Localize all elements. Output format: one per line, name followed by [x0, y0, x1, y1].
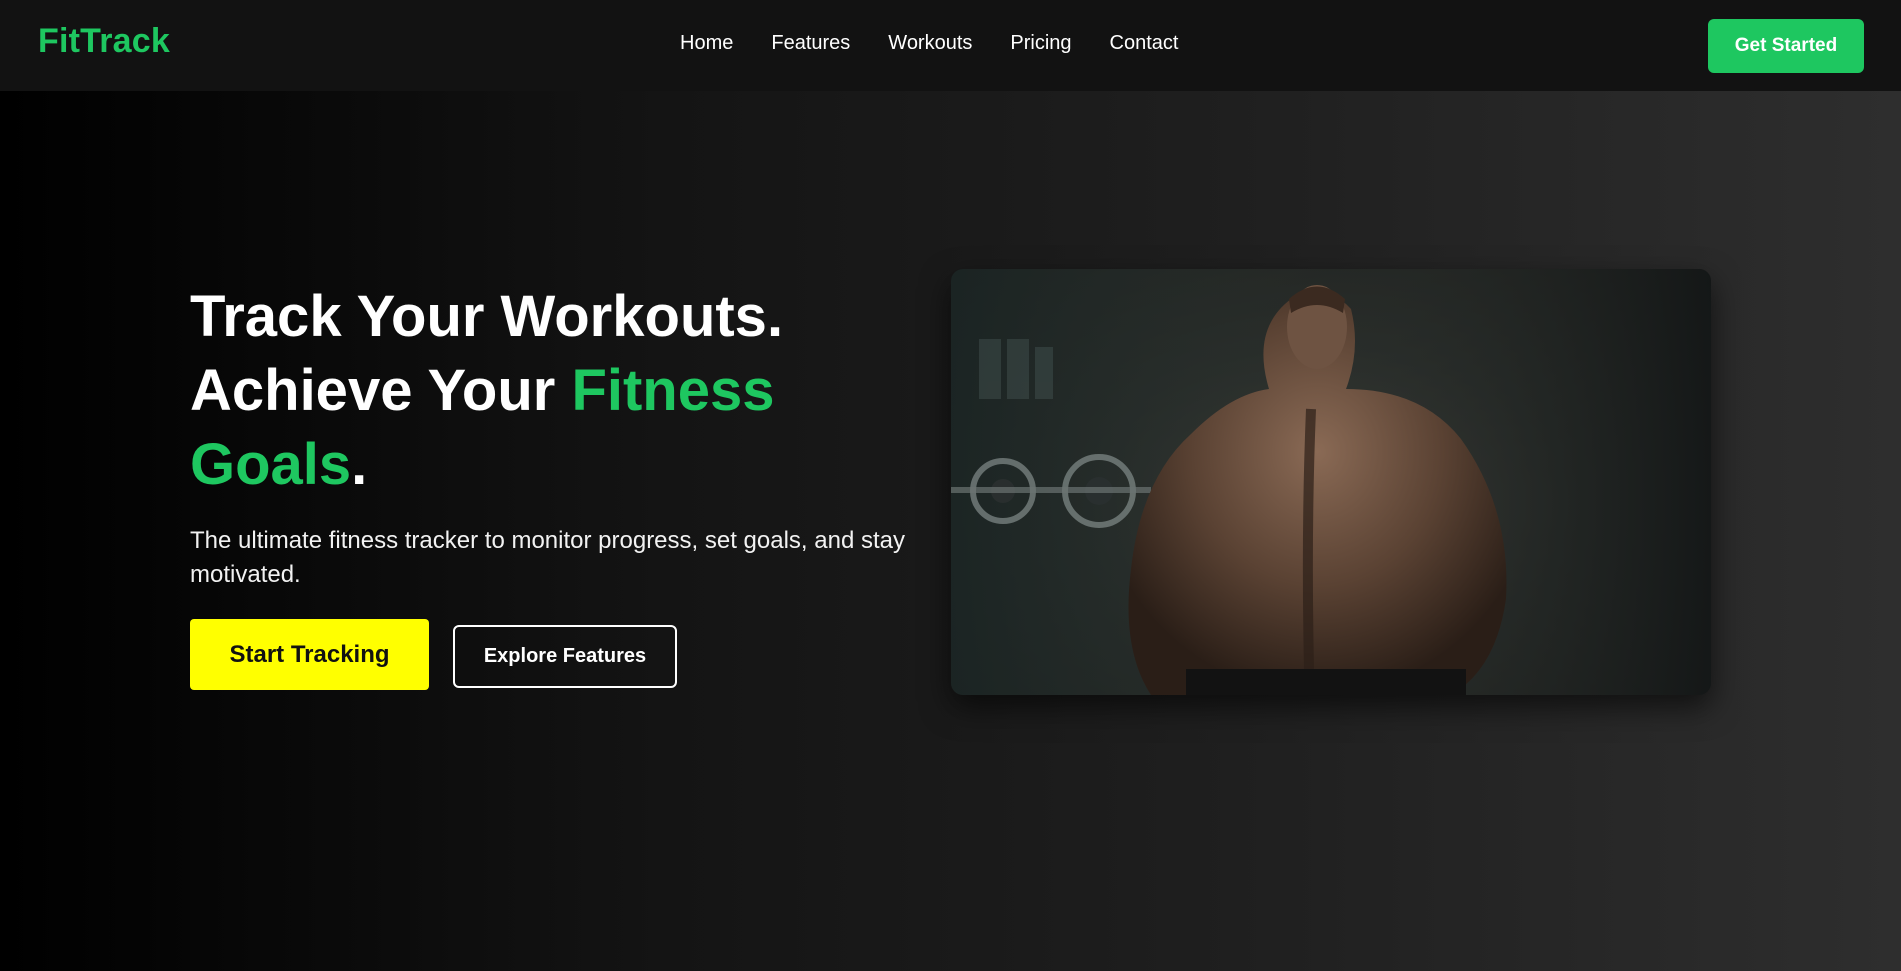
hero-image: [951, 269, 1711, 695]
hero-title-period: .: [351, 432, 368, 497]
explore-features-button[interactable]: Explore Features: [453, 625, 677, 688]
brand-logo[interactable]: FitTrack: [38, 22, 170, 61]
hero-title-line2: Achieve Your: [190, 358, 572, 423]
landing-page: FitTrack Home Features Workouts Pricing …: [0, 0, 1901, 971]
nav-link-pricing[interactable]: Pricing: [1010, 32, 1071, 55]
start-tracking-button[interactable]: Start Tracking: [190, 619, 429, 690]
hero-title-line1: Track Your Workouts.: [190, 284, 784, 349]
athlete-back-illustration: [951, 269, 1711, 695]
nav-links: Home Features Workouts Pricing Contact: [680, 32, 1178, 55]
get-started-button[interactable]: Get Started: [1708, 19, 1864, 73]
nav-link-contact[interactable]: Contact: [1110, 32, 1179, 55]
nav-link-home[interactable]: Home: [680, 32, 733, 55]
hero-subtitle: The ultimate fitness tracker to monitor …: [190, 527, 905, 588]
nav-link-workouts[interactable]: Workouts: [888, 32, 972, 55]
hero-title: Track Your Workouts. Achieve Your Fitness…: [190, 280, 930, 502]
navbar: FitTrack Home Features Workouts Pricing …: [0, 0, 1901, 91]
nav-link-features[interactable]: Features: [771, 32, 850, 55]
